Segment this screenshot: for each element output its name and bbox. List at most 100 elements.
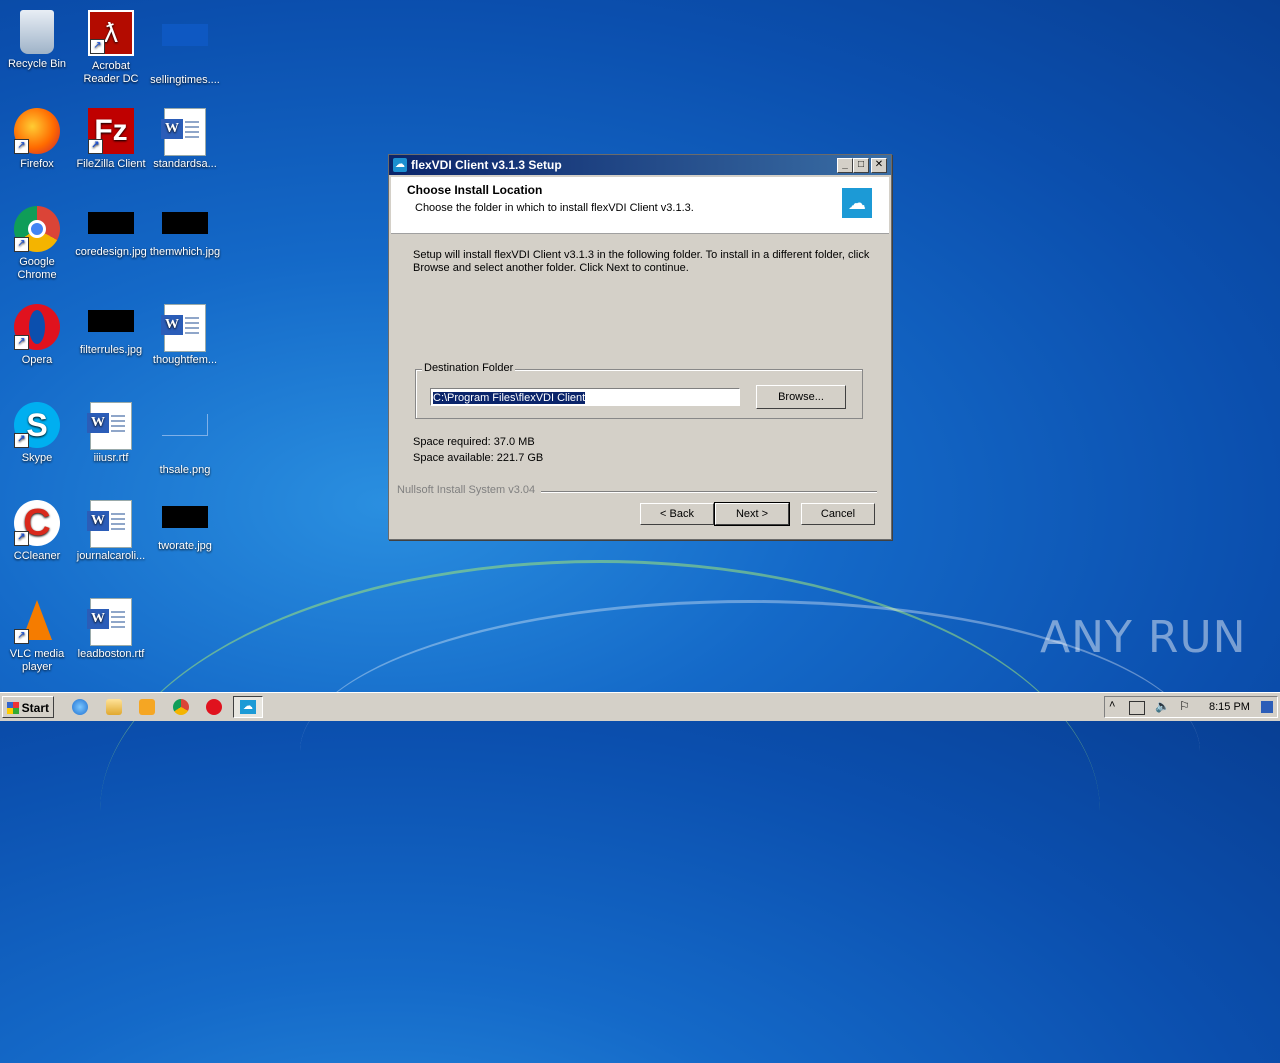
network-icon[interactable]	[1129, 701, 1145, 715]
minimize-button[interactable]: _	[837, 158, 853, 173]
desktop-icon-label: themwhich.jpg	[149, 246, 221, 258]
flexvdi-setup-taskbar-button[interactable]: ☁	[233, 696, 263, 718]
desktop-icon-label: Acrobat Reader DC	[83, 60, 139, 85]
desktop-icon-filterrules[interactable]: filterrules.jpg	[74, 298, 148, 357]
desktop-icon-label: Skype	[21, 452, 53, 464]
shortcut-arrow-icon: ↗	[14, 139, 29, 154]
destination-path-input[interactable]: C:\Program Files\flexVDI Client	[430, 388, 740, 406]
start-button[interactable]: Start	[2, 696, 54, 718]
word-document-icon: W	[161, 304, 206, 352]
desktop-icon-label: tworate.jpg	[158, 540, 212, 552]
desktop-icon-tworate[interactable]: tworate.jpg	[148, 494, 222, 553]
desktop-icon-label: Opera	[21, 354, 53, 366]
dialog-header: Choose Install Location Choose the folde…	[391, 177, 889, 234]
dialog-title: flexVDI Client v3.1.3 Setup	[411, 158, 562, 172]
desktop-icon-label: thoughtfem...	[152, 354, 218, 366]
close-button[interactable]: ✕	[871, 158, 887, 173]
file-explorer-icon[interactable]	[106, 699, 122, 715]
next-button[interactable]: Next >	[714, 502, 790, 526]
desktop-icon-opera[interactable]: ↗ Opera	[0, 298, 74, 367]
shortcut-arrow-icon: ↗	[14, 433, 29, 448]
desktop-icon-ccleaner[interactable]: C ↗ CCleaner	[0, 494, 74, 563]
desktop-icon-leadboston[interactable]: W leadboston.rtf	[74, 592, 148, 661]
browse-button[interactable]: Browse...	[756, 385, 846, 409]
skype-icon: S ↗	[14, 402, 60, 448]
instructions-text: Setup will install flexVDI Client v3.1.3…	[413, 249, 870, 274]
back-button[interactable]: < Back	[640, 503, 714, 525]
maximize-button[interactable]: □	[853, 158, 869, 173]
media-player-icon[interactable]	[139, 699, 155, 715]
word-document-icon: W	[161, 108, 206, 156]
desktop-icon-thoughtfem[interactable]: W thoughtfem...	[148, 298, 222, 367]
image-thumbnail	[162, 414, 208, 436]
desktop-icon-recycle-bin[interactable]: Recycle Bin	[0, 4, 74, 71]
space-required-text: Space required: 37.0 MB	[413, 436, 535, 448]
anyrun-watermark: ANY RUN	[1040, 612, 1247, 663]
desktop-icon-label: leadboston.rtf	[77, 648, 145, 660]
image-thumbnail	[162, 506, 208, 528]
desktop-icon-label: CCleaner	[13, 550, 61, 562]
desktop-icon-label: filterrules.jpg	[79, 344, 143, 356]
recycle-bin-icon	[20, 10, 54, 54]
desktop-icon-firefox[interactable]: ↗ Firefox	[0, 102, 74, 171]
destination-folder-label: Destination Folder	[422, 362, 516, 374]
desktop-icon-label: iiiusr.rtf	[93, 452, 129, 464]
desktop-icon-skype[interactable]: S ↗ Skype	[0, 396, 74, 465]
space-available-text: Space available: 221.7 GB	[413, 452, 544, 464]
clock[interactable]: 8:15 PM	[1209, 697, 1250, 717]
desktop-icon-iiiusr[interactable]: W iiiusr.rtf	[74, 396, 148, 465]
flexvdi-cloud-icon: ☁	[393, 158, 407, 172]
ccleaner-icon: C ↗	[14, 500, 60, 546]
image-thumbnail	[88, 310, 134, 332]
taskbar: Start ☁ ˄ 🔈 ⚐ 8:15 PM	[0, 692, 1280, 721]
desktop-icon-label: Firefox	[20, 158, 54, 170]
destination-path-value: C:\Program Files\flexVDI Client	[433, 392, 586, 404]
action-center-flag-icon[interactable]: ⚐	[1179, 699, 1190, 713]
desktop-icon-journalcaroli[interactable]: W journalcaroli...	[74, 494, 148, 563]
chrome-taskbar-icon[interactable]	[173, 699, 189, 715]
volume-icon[interactable]: 🔈	[1155, 699, 1170, 713]
chrome-icon: ↗	[14, 206, 60, 252]
desktop-icon-sellingtimes[interactable]: sellingtimes....	[148, 4, 222, 87]
image-thumbnail	[162, 24, 208, 46]
desktop-icon-acrobat[interactable]: ƛ ↗ Acrobat Reader DC	[74, 4, 148, 86]
desktop-icon-label: standardsa...	[153, 158, 217, 170]
destination-folder-group: Destination Folder C:\Program Files\flex…	[415, 362, 863, 419]
desktop-icon-label: Google Chrome	[17, 256, 57, 281]
show-hidden-icons-button[interactable]: ˄	[1109, 699, 1115, 711]
nsis-branding: Nullsoft Install System v3.04	[397, 484, 536, 496]
desktop-icon-label: thsale.png	[159, 464, 211, 476]
dialog-titlebar[interactable]: ☁ flexVDI Client v3.1.3 Setup _ □ ✕	[389, 155, 891, 175]
shortcut-arrow-icon: ↗	[88, 139, 103, 154]
desktop-icon-filezilla[interactable]: Fz ↗ FileZilla Client	[74, 102, 148, 171]
desktop-icon-label: coredesign.jpg	[75, 246, 147, 258]
image-thumbnail	[162, 212, 208, 234]
opera-taskbar-icon[interactable]	[206, 699, 222, 715]
firefox-icon: ↗	[14, 108, 60, 154]
show-desktop-button[interactable]	[1261, 701, 1273, 713]
desktop-icon-google-chrome[interactable]: ↗ Google Chrome	[0, 200, 74, 282]
desktop-icon-thsale[interactable]: thsale.png	[148, 396, 222, 477]
flexvdi-cloud-icon: ☁	[240, 700, 256, 714]
desktop-icon-label: journalcaroli...	[76, 550, 146, 562]
shortcut-arrow-icon: ↗	[90, 39, 105, 54]
word-document-icon: W	[87, 500, 132, 548]
vlc-cone-icon: ↗	[14, 598, 60, 644]
shortcut-arrow-icon: ↗	[14, 237, 29, 252]
desktop-icon-standardsa[interactable]: W standardsa...	[148, 102, 222, 171]
desktop-icon-themwhich[interactable]: themwhich.jpg	[148, 200, 222, 259]
desktop-icon-vlc[interactable]: ↗ VLC media player	[0, 592, 74, 674]
branding-divider	[541, 491, 877, 493]
desktop-icon-coredesign[interactable]: coredesign.jpg	[74, 200, 148, 259]
windows-flag-icon	[7, 702, 19, 714]
header-title: Choose Install Location	[407, 183, 543, 197]
flexvdi-logo-icon: ☁	[842, 188, 872, 218]
cancel-button[interactable]: Cancel	[801, 503, 875, 525]
word-document-icon: W	[87, 598, 132, 646]
system-tray: ˄ 🔈 ⚐ 8:15 PM	[1104, 696, 1278, 718]
desktop-icon-label: VLC media player	[9, 648, 65, 673]
internet-explorer-icon[interactable]	[72, 699, 88, 715]
shortcut-arrow-icon: ↗	[14, 335, 29, 350]
shortcut-arrow-icon: ↗	[14, 629, 29, 644]
opera-icon: ↗	[14, 304, 60, 350]
